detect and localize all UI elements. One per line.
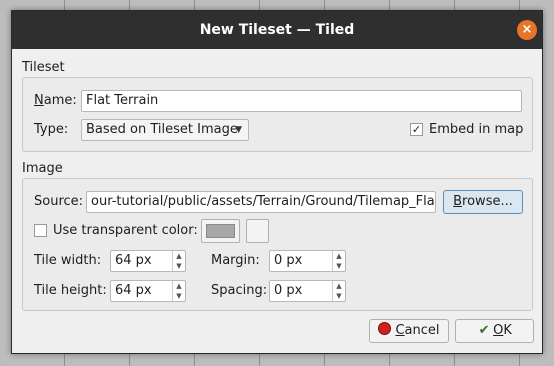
spin-up-icon[interactable]: ▲ <box>173 251 185 261</box>
spin-up-icon[interactable]: ▲ <box>173 281 185 291</box>
tileset-group: Name: Flat Terrain Type: Based on Tilese… <box>22 77 533 152</box>
tile-height-stepper[interactable]: ▲ ▼ <box>172 281 185 301</box>
tile-width-spinbox[interactable]: 64 px ▲ ▼ <box>110 250 186 272</box>
cancel-button[interactable]: Cancel <box>369 319 449 343</box>
tile-height-spinbox[interactable]: 64 px ▲ ▼ <box>110 280 186 302</box>
source-field[interactable]: our-tutorial/public/assets/Terrain/Groun… <box>86 191 436 213</box>
type-select-value: Based on Tileset Image <box>86 122 238 137</box>
spin-down-icon[interactable]: ▼ <box>333 291 345 301</box>
new-tileset-dialog: New Tileset — Tiled × Tileset Name: Flat… <box>11 10 543 354</box>
window-title: New Tileset — Tiled <box>199 22 355 38</box>
margin-label: Margin: <box>211 253 260 268</box>
close-icon[interactable]: × <box>517 20 537 40</box>
spacing-spinbox[interactable]: 0 px ▲ ▼ <box>269 280 346 302</box>
margin-spinbox[interactable]: 0 px ▲ ▼ <box>269 250 346 272</box>
embed-checkbox[interactable]: ✓ <box>410 123 423 136</box>
spin-down-icon[interactable]: ▼ <box>173 291 185 301</box>
tile-height-value: 64 px <box>115 283 152 298</box>
spacing-stepper[interactable]: ▲ ▼ <box>332 281 345 301</box>
tile-width-label: Tile width: <box>34 253 102 268</box>
type-label: Type: <box>34 122 69 137</box>
color-swatch <box>206 224 235 238</box>
image-group: Source: our-tutorial/public/assets/Terra… <box>22 178 533 311</box>
chevron-down-icon: ▼ <box>235 125 242 135</box>
title-bar: New Tileset — Tiled × <box>12 11 542 49</box>
tile-width-value: 64 px <box>115 253 152 268</box>
tile-width-stepper[interactable]: ▲ ▼ <box>172 251 185 271</box>
ok-icon: ✔ <box>478 323 490 338</box>
margin-stepper[interactable]: ▲ ▼ <box>332 251 345 271</box>
margin-value: 0 px <box>274 253 303 268</box>
spacing-value: 0 px <box>274 283 303 298</box>
transparent-color-label: Use transparent color: <box>53 223 198 238</box>
tileset-section-label: Tileset <box>22 60 65 75</box>
spin-up-icon[interactable]: ▲ <box>333 251 345 261</box>
type-select[interactable]: Based on Tileset Image ▼ <box>81 119 249 141</box>
name-label: Name: <box>34 93 77 108</box>
ok-button[interactable]: ✔ OK <box>455 319 534 343</box>
name-field[interactable]: Flat Terrain <box>81 90 522 112</box>
cancel-icon <box>378 322 392 335</box>
spin-up-icon[interactable]: ▲ <box>333 281 345 291</box>
browse-button[interactable]: Browse... <box>443 190 523 214</box>
spin-down-icon[interactable]: ▼ <box>173 261 185 271</box>
source-label: Source: <box>34 194 84 209</box>
spacing-label: Spacing: <box>211 283 268 298</box>
image-section-label: Image <box>22 161 63 176</box>
transparent-color-checkbox[interactable] <box>34 224 47 237</box>
spin-down-icon[interactable]: ▼ <box>333 261 345 271</box>
embed-label: Embed in map <box>429 122 524 137</box>
color-picker-button[interactable] <box>246 219 269 243</box>
color-swatch-button[interactable] <box>201 219 240 243</box>
tile-height-label: Tile height: <box>34 283 107 298</box>
